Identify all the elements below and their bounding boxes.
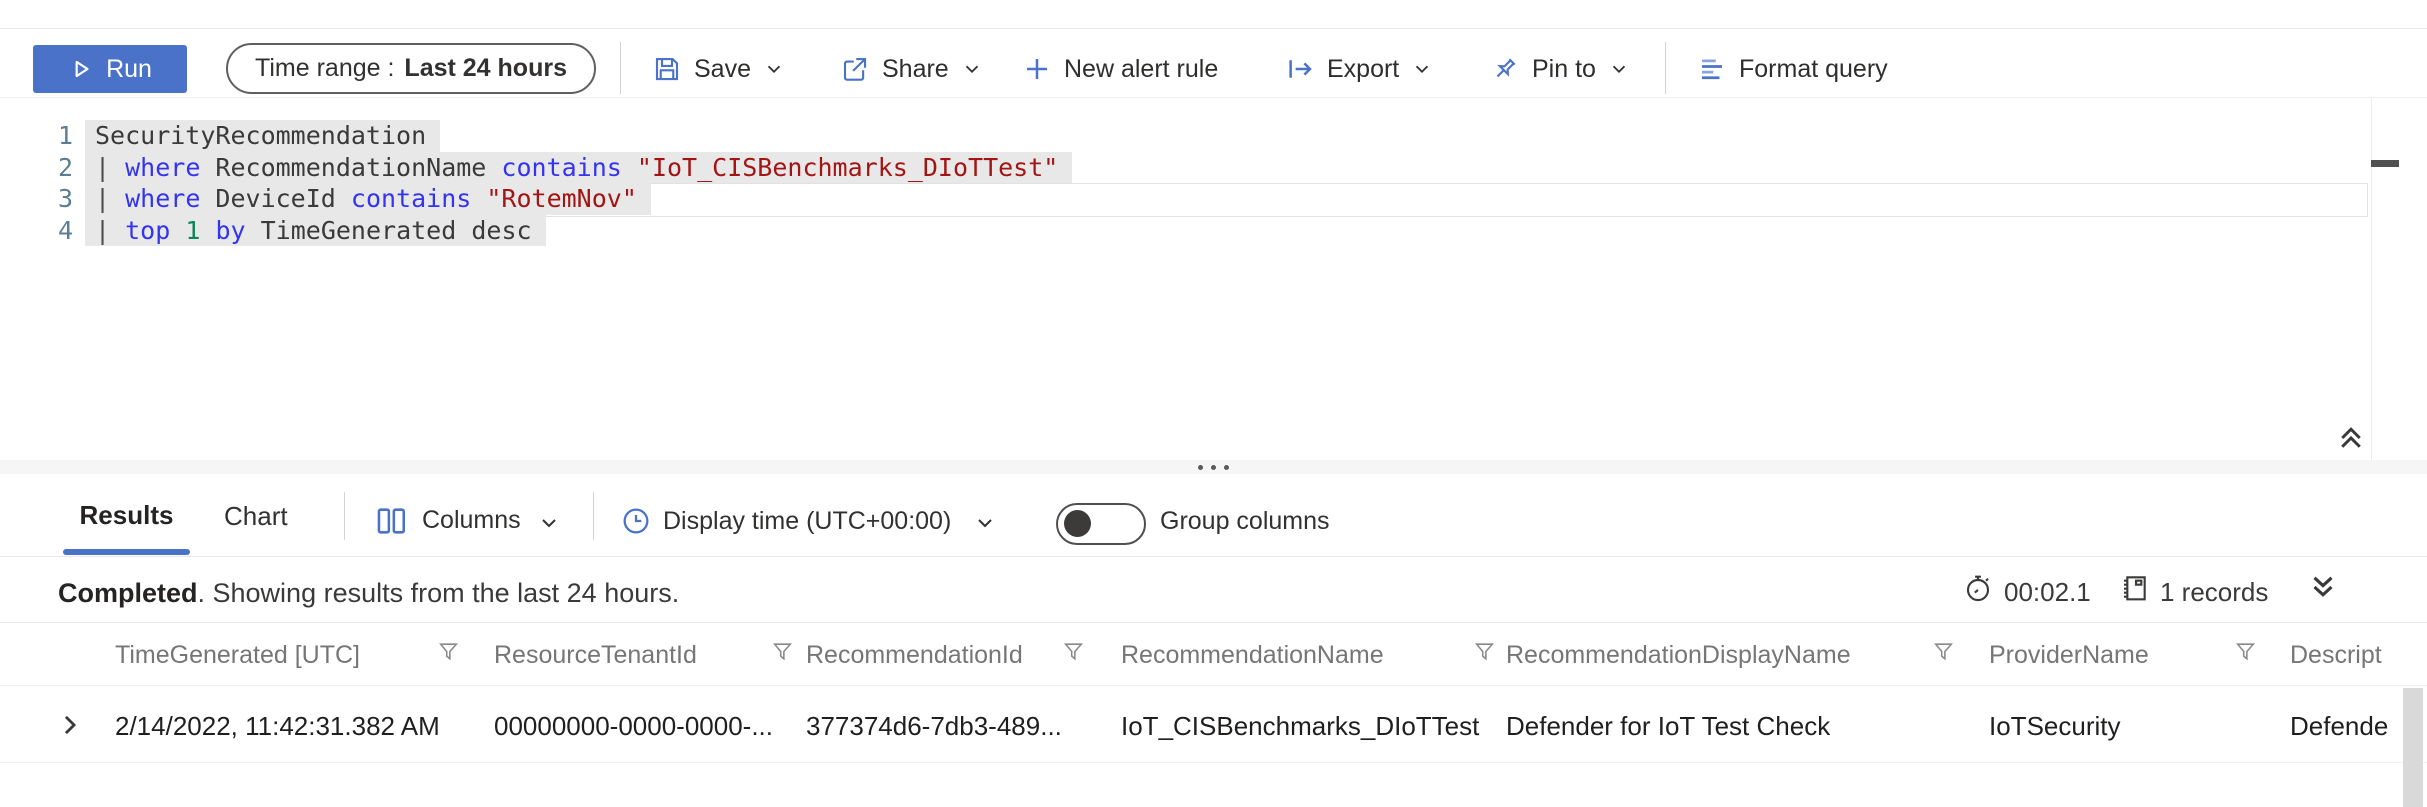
records-icon bbox=[2124, 576, 2146, 601]
expand-status-button[interactable] bbox=[2306, 570, 2340, 607]
pin-to-label: Pin to bbox=[1532, 54, 1596, 83]
chevron-down-icon bbox=[978, 519, 992, 528]
cell-recommendationid: 377374d6-7db3-489... bbox=[806, 711, 1062, 741]
share-icon bbox=[843, 57, 867, 81]
save-icon bbox=[655, 57, 679, 81]
record-count: 1 records bbox=[2160, 577, 2269, 607]
column-header-recommendationdisplayname[interactable]: RecommendationDisplayName bbox=[1506, 641, 1851, 670]
line-number: 3 bbox=[57, 184, 73, 213]
group-columns-label: Group columns bbox=[1160, 507, 1330, 535]
chevron-right-icon bbox=[64, 715, 77, 735]
chevron-down-icon bbox=[965, 65, 978, 74]
filter-icon[interactable] bbox=[1472, 638, 1497, 665]
time-range-button[interactable]: Time range : Last 24 hours bbox=[226, 43, 596, 94]
status-completed: Completed bbox=[58, 578, 198, 608]
results-toolbar-separator bbox=[593, 492, 594, 540]
export-label: Export bbox=[1327, 54, 1400, 83]
display-time-button[interactable]: Display time (UTC+00:00) bbox=[663, 507, 951, 536]
column-header-resourcetenantid[interactable]: ResourceTenantId bbox=[494, 641, 697, 670]
cell-providername: IoTSecurity bbox=[1989, 711, 2121, 741]
filter-icon[interactable] bbox=[1931, 638, 1956, 665]
tab-chart[interactable]: Chart bbox=[224, 501, 288, 532]
columns-button[interactable]: Columns bbox=[422, 506, 521, 535]
export-button[interactable]: Export bbox=[1285, 45, 1433, 93]
chevron-down-icon bbox=[767, 65, 781, 74]
play-icon bbox=[75, 60, 89, 78]
line-number-gutter: 1 2 3 4 bbox=[28, 120, 73, 246]
header-divider bbox=[0, 685, 2427, 686]
new-alert-rule-label: New alert rule bbox=[1064, 54, 1219, 83]
run-button[interactable]: Run bbox=[33, 45, 187, 93]
save-button[interactable]: Save bbox=[652, 45, 785, 93]
column-header-recommendationname[interactable]: RecommendationName bbox=[1121, 641, 1384, 670]
query-line-2: | where RecommendationName contains "IoT… bbox=[85, 151, 1073, 183]
save-label: Save bbox=[694, 54, 751, 83]
group-columns-toggle[interactable] bbox=[1056, 503, 1146, 545]
pin-icon bbox=[1496, 58, 1516, 78]
format-query-icon bbox=[1702, 59, 1722, 80]
chevron-down-icon bbox=[1416, 65, 1429, 74]
format-query-button[interactable]: Format query bbox=[1697, 45, 1888, 93]
column-header-providername[interactable]: ProviderName bbox=[1989, 641, 2149, 670]
double-chevron-up-icon bbox=[2341, 426, 2361, 448]
share-label: Share bbox=[882, 54, 949, 83]
chevron-down-icon bbox=[1612, 65, 1626, 74]
tab-results[interactable]: Results bbox=[63, 500, 190, 531]
query-editor[interactable]: 1 2 3 4 SecurityRecommendation | where R… bbox=[0, 98, 2427, 460]
collapse-editor-button[interactable] bbox=[2334, 422, 2368, 456]
chevron-down-icon bbox=[542, 519, 556, 528]
filter-icon[interactable] bbox=[770, 638, 795, 665]
line-number: 2 bbox=[57, 152, 73, 182]
minimap-marker bbox=[2371, 160, 2399, 167]
cell-recommendationname: IoT_CISBenchmarks_DIoTTest bbox=[1121, 711, 1480, 741]
log-analytics-query-page: Run Time range : Last 24 hours Save Shar… bbox=[0, 0, 2427, 807]
stopwatch-icon bbox=[1966, 575, 1990, 602]
filter-icon[interactable] bbox=[2233, 638, 2258, 665]
filter-icon[interactable] bbox=[1061, 638, 1086, 665]
new-alert-rule-button[interactable]: New alert rule bbox=[1022, 45, 1218, 93]
query-line-1: SecurityRecommendation bbox=[85, 120, 1072, 152]
query-status-message: Completed. Showing results from the last… bbox=[58, 578, 680, 608]
query-line-4: | top 1 by TimeGenerated desc bbox=[85, 214, 1072, 246]
elapsed-time: 00:02.1 bbox=[2004, 577, 2091, 607]
clock-icon bbox=[623, 508, 649, 534]
results-toolbar-divider bbox=[0, 556, 2427, 557]
time-range-label: Time range : bbox=[255, 54, 395, 82]
toolbar-separator bbox=[620, 42, 621, 94]
query-line-3: | where DeviceId contains "RotemNov" bbox=[85, 183, 1072, 215]
double-chevron-down-icon bbox=[2313, 576, 2333, 597]
status-divider bbox=[0, 622, 2427, 623]
toolbar-separator bbox=[1665, 42, 1666, 94]
top-divider bbox=[0, 28, 2427, 29]
column-header-description[interactable]: Descript bbox=[2290, 641, 2382, 670]
columns-icon[interactable] bbox=[374, 504, 408, 538]
toggle-knob bbox=[1064, 510, 1091, 537]
cell-description: Defende bbox=[2290, 711, 2389, 741]
plus-icon bbox=[1027, 59, 1047, 79]
minimap-separator bbox=[2371, 98, 2372, 460]
line-number: 4 bbox=[57, 215, 73, 245]
active-tab-indicator bbox=[63, 549, 190, 555]
share-button[interactable]: Share bbox=[840, 45, 983, 93]
pin-to-button[interactable]: Pin to bbox=[1490, 45, 1630, 93]
column-header-recommendationid[interactable]: RecommendationId bbox=[806, 641, 1023, 670]
filter-icon[interactable] bbox=[436, 638, 461, 665]
cell-timegenerated: 2/14/2022, 11:42:31.382 AM bbox=[115, 711, 440, 741]
line-number: 1 bbox=[57, 121, 73, 150]
time-range-value: Last 24 hours bbox=[404, 54, 567, 82]
query-code: SecurityRecommendation | where Recommend… bbox=[85, 120, 1073, 246]
table-scrollbar[interactable] bbox=[2403, 688, 2423, 807]
cell-resourcetenantid: 00000000-0000-0000-... bbox=[494, 711, 774, 741]
cell-recommendationdisplayname: Defender for IoT Test Check bbox=[1506, 711, 1831, 741]
column-header-timegenerated[interactable]: TimeGenerated [UTC] bbox=[115, 641, 360, 670]
results-toolbar-separator bbox=[344, 492, 345, 540]
editor-results-splitter[interactable] bbox=[0, 460, 2427, 474]
run-label: Run bbox=[106, 54, 152, 83]
export-icon bbox=[1289, 60, 1312, 78]
row-divider bbox=[0, 762, 2427, 763]
format-query-label: Format query bbox=[1739, 54, 1888, 83]
expand-row-button[interactable] bbox=[56, 711, 84, 742]
